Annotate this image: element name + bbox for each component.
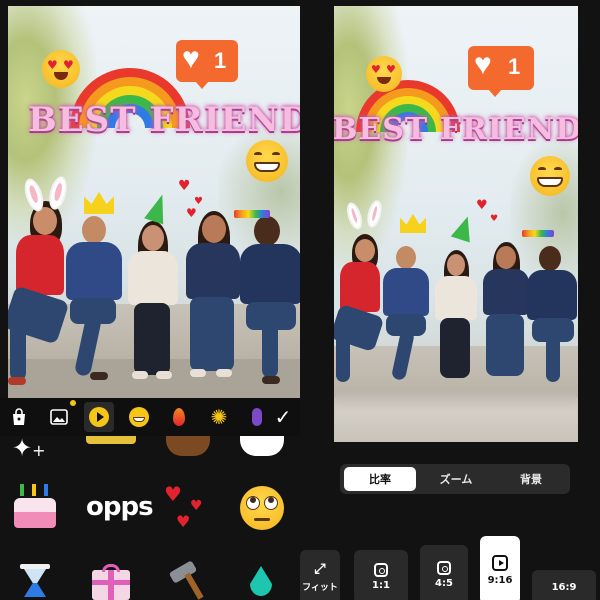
grinning-emoji-preview: [530, 156, 570, 196]
heart-icon: ♥: [182, 42, 200, 75]
speech-bubble-sticker[interactable]: [240, 436, 284, 456]
hearts-sticker[interactable]: ♥: [178, 178, 191, 194]
sticker-grid: ✦+ opps ♥ ♥ ♥: [0, 436, 300, 600]
instagram-icon: [437, 560, 451, 575]
hourglass-sticker[interactable]: [20, 564, 50, 600]
water-drop-sticker[interactable]: [250, 566, 272, 596]
tab-zoom[interactable]: ズーム: [420, 467, 492, 491]
ratio-1-1-button[interactable]: 1:1: [354, 550, 408, 600]
gift-box-sticker[interactable]: [92, 564, 130, 600]
best-friends-text-sticker[interactable]: BEST FRIENDS: [28, 100, 300, 140]
reels-icon: [492, 554, 508, 571]
pride-glasses-preview: [522, 230, 554, 237]
like-notification-preview: ♥ 1: [468, 46, 534, 97]
ratio-4-5-button[interactable]: 4:5: [420, 545, 468, 600]
tab-ratio[interactable]: 比率: [344, 467, 416, 491]
poop-sticker[interactable]: [166, 436, 210, 456]
ratio-16-9-button[interactable]: 16:9: [532, 570, 596, 600]
right-preview-canvas[interactable]: BEST FRIENDS ♥ ♥ ♥ 1 ♥ ♥: [334, 6, 578, 442]
grinning-emoji-sticker[interactable]: [246, 140, 288, 182]
falling-hearts-sticker[interactable]: ♥ ♥ ♥: [160, 482, 206, 532]
fire-icon[interactable]: [164, 402, 194, 432]
edit-mode-tabs: 比率 ズーム 背景: [340, 464, 570, 494]
tab-background[interactable]: 背景: [496, 467, 566, 491]
sticker-category-toolbar: ✺ ✓: [0, 398, 300, 436]
pride-glasses-sticker[interactable]: [234, 210, 270, 218]
birthday-cake-sticker[interactable]: [14, 484, 56, 532]
heart-eyes-emoji-preview: ♥ ♥: [366, 56, 402, 92]
opps-text-sticker[interactable]: opps: [86, 492, 154, 522]
grin-emoji-icon[interactable]: [124, 402, 154, 432]
fit-arrows-icon: ⤢: [314, 561, 326, 577]
instagram-icon: [374, 563, 388, 577]
app-screen: BEST FRIENDS ♥ ♥ ♥ 1 ♥ ♥ ♥: [0, 0, 600, 600]
partial-sticker[interactable]: [86, 436, 136, 444]
checkmark-icon[interactable]: ✓: [268, 402, 298, 432]
shopping-bag-icon[interactable]: [4, 402, 34, 432]
ratio-9-16-button[interactable]: 9:16: [480, 536, 520, 600]
hearts-preview: ♥: [476, 198, 488, 213]
like-notification-sticker[interactable]: ♥ 1: [176, 40, 238, 89]
fireworks-icon[interactable]: ✺: [204, 402, 234, 432]
ratio-fit-button[interactable]: ⤢ フィット: [300, 550, 340, 600]
sparkle-sticker[interactable]: ✦+: [12, 436, 46, 463]
best-friends-text-preview: BEST FRIENDS: [334, 112, 578, 147]
image-icon[interactable]: [44, 400, 76, 432]
left-photo-canvas[interactable]: BEST FRIENDS ♥ ♥ ♥ 1 ♥ ♥ ♥: [8, 6, 300, 398]
rolling-eyes-emoji-sticker[interactable]: [240, 486, 284, 530]
heart-eyes-emoji-sticker[interactable]: ♥ ♥: [42, 50, 80, 88]
play-icon[interactable]: [84, 402, 114, 432]
heart-icon: ♥: [474, 48, 492, 81]
hammer-sticker[interactable]: [166, 560, 206, 600]
